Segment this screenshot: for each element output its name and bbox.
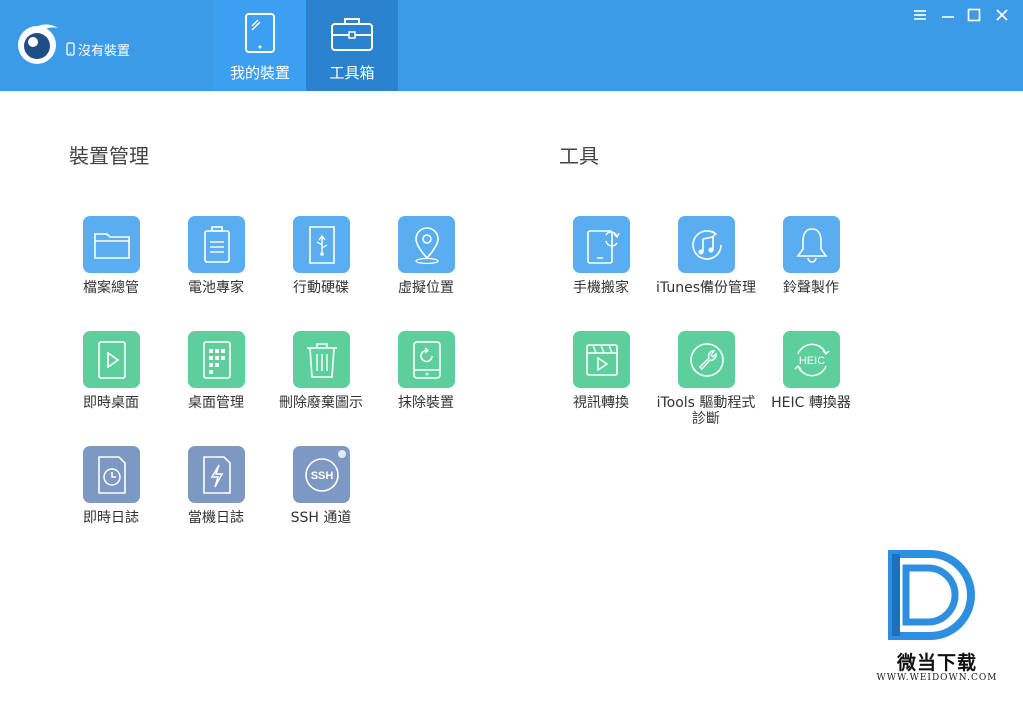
phone-icon <box>66 42 75 56</box>
maximize-button[interactable] <box>964 6 984 24</box>
heic-icon-text: HEIC <box>798 355 824 367</box>
heic-icon: HEIC <box>794 343 829 376</box>
bell-icon <box>795 227 828 263</box>
tile-icon-bg <box>783 216 840 273</box>
phone-transfer-icon <box>586 229 620 264</box>
battery-icon <box>203 225 230 263</box>
tile-label: iTools 驅動程式診斷 <box>656 395 756 427</box>
tile-label: 手機搬家 <box>573 280 629 296</box>
tile-icon-bg: SSH <box>293 446 350 503</box>
close-button[interactable] <box>992 6 1012 24</box>
tile-label: 抹除裝置 <box>398 395 454 411</box>
notification-dot <box>338 450 346 458</box>
ssh-icon-text: SSH <box>310 470 333 482</box>
tile-label: 當機日誌 <box>188 510 244 526</box>
header-bar: 沒有裝置 我的裝置 工具箱 <box>0 0 1023 91</box>
tile-label: SSH 通道 <box>290 510 352 526</box>
tile-icon-bg <box>573 331 630 388</box>
tile-icon-bg <box>83 216 140 273</box>
tile-icon-bg <box>83 331 140 388</box>
tile-icon-bg <box>678 216 735 273</box>
menu-button[interactable] <box>910 6 930 24</box>
tile-label: 刪除廢棄圖示 <box>279 395 363 411</box>
tools-title: 工具 <box>559 144 599 168</box>
menu-icon <box>914 10 926 20</box>
minimize-button[interactable] <box>938 6 958 24</box>
tile-icon-bg <box>188 446 245 503</box>
play-screen-icon <box>97 340 126 379</box>
itools-logo <box>18 24 58 64</box>
app-grid-icon <box>202 340 231 379</box>
tile-icon-bg <box>678 331 735 388</box>
tablet-icon <box>245 13 275 53</box>
folder-icon <box>93 232 130 259</box>
tile-label: 視訊轉換 <box>573 395 629 411</box>
usb-drive-icon <box>308 225 335 264</box>
tile-icon-bg <box>398 216 455 273</box>
music-note-icon <box>691 229 722 260</box>
tile-icon-bg <box>398 331 455 388</box>
tile-icon-bg <box>573 216 630 273</box>
close-icon <box>996 9 1008 21</box>
device-status: 沒有裝置 <box>66 39 130 59</box>
video-icon <box>585 343 618 376</box>
tab-my-device-label: 我的裝置 <box>229 64 290 82</box>
watermark-url: WWW.WEIDOWN.COM <box>876 673 998 683</box>
tab-toolbox-label: 工具箱 <box>329 64 375 82</box>
tile-label: 即時日誌 <box>83 510 139 526</box>
tile-icon-bg: HEIC <box>783 331 840 388</box>
tile-icon-bg <box>83 446 140 503</box>
tile-label: HEIC 轉換器 <box>771 395 851 411</box>
tile-label: 行動硬碟 <box>293 280 349 296</box>
tile-icon-bg <box>188 216 245 273</box>
location-pin-icon <box>414 226 439 264</box>
tab-toolbox[interactable]: 工具箱 <box>306 0 398 91</box>
tile-label: 桌面管理 <box>188 395 244 411</box>
crash-log-icon <box>202 455 231 494</box>
tile-icon-bg <box>293 216 350 273</box>
erase-device-icon <box>412 340 441 379</box>
minimize-icon <box>942 16 954 18</box>
clock-log-icon <box>97 455 126 494</box>
wrench-icon <box>689 342 724 377</box>
tile-icon-bg <box>293 331 350 388</box>
watermark: 微当下载 WWW.WEIDOWN.COM <box>872 548 1002 688</box>
tile-label: 虛擬位置 <box>398 280 454 296</box>
tile-label: 電池專家 <box>188 280 244 296</box>
tile-label: 鈴聲製作 <box>783 280 839 296</box>
trash-icon <box>306 342 337 378</box>
device-status-text: 沒有裝置 <box>78 43 131 59</box>
device-management-title: 裝置管理 <box>69 144 149 168</box>
ssh-icon: SSH <box>304 457 339 492</box>
tile-label: 即時桌面 <box>83 395 139 411</box>
tile-label: iTunes備份管理 <box>656 280 756 296</box>
maximize-icon <box>967 8 981 22</box>
weidown-logo <box>888 550 975 640</box>
tile-icon-bg <box>188 331 245 388</box>
tab-my-device[interactable]: 我的裝置 <box>214 0 306 91</box>
watermark-name: 微当下载 <box>896 652 977 674</box>
tile-label: 檔案總管 <box>83 280 139 296</box>
toolbox-icon <box>331 18 373 51</box>
